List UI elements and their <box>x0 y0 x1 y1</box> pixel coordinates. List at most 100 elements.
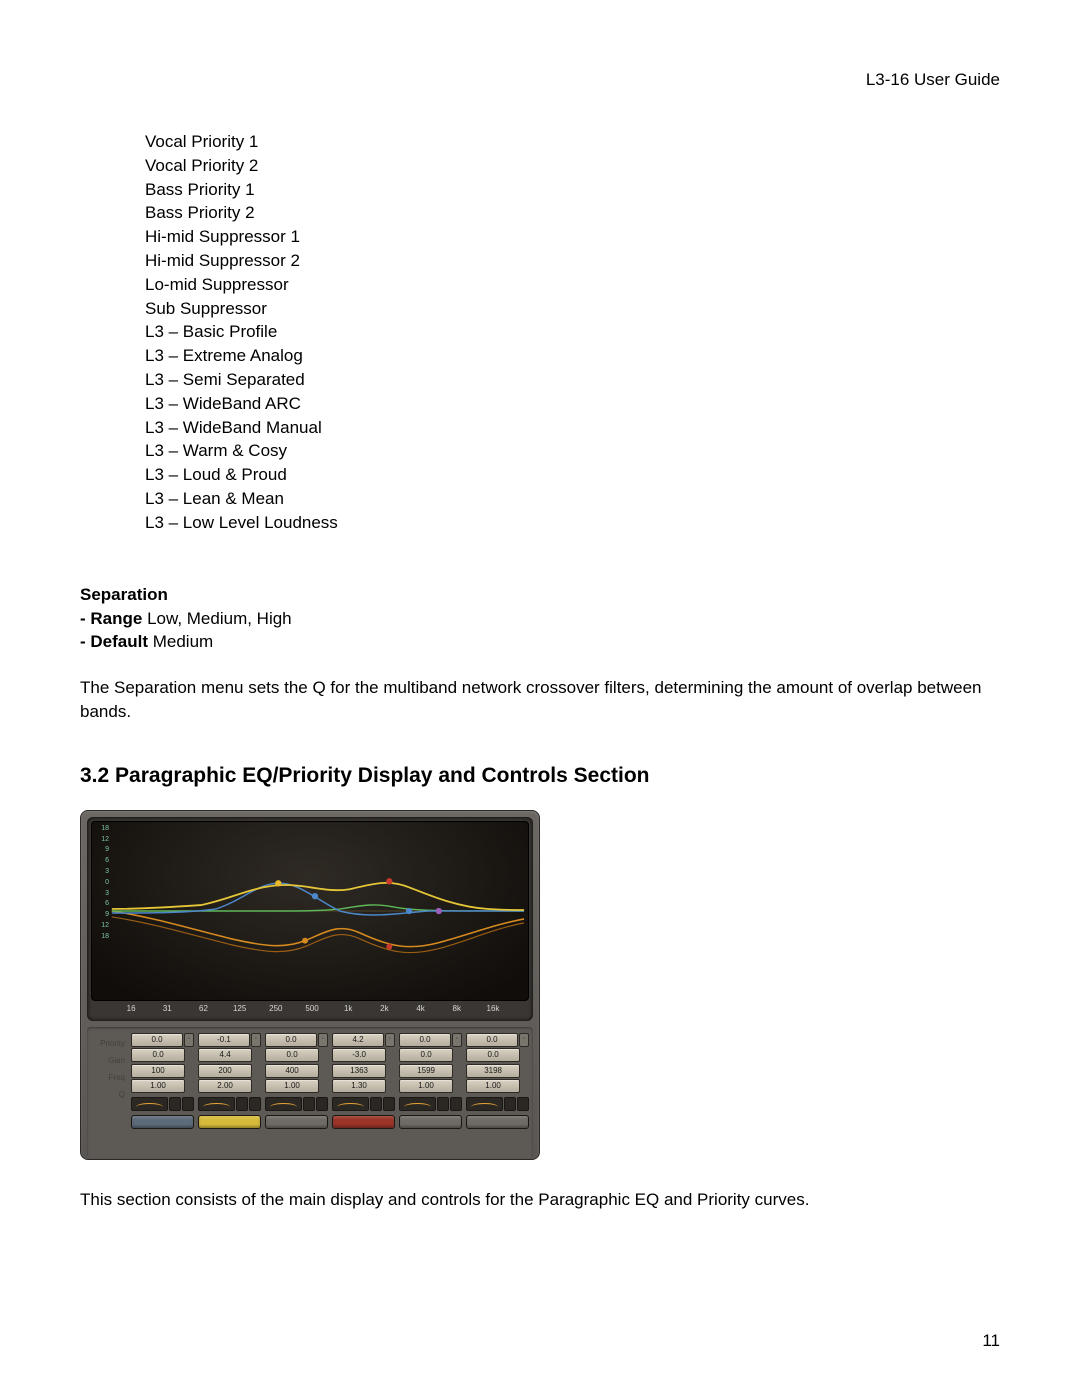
preset-item: Vocal Priority 1 <box>145 130 1000 154</box>
band-column: 0.0 ◦ 0.0 1599 1.00 <box>397 1029 464 1157</box>
shape-toggle[interactable] <box>450 1097 462 1111</box>
preset-item: L3 – Semi Separated <box>145 368 1000 392</box>
preset-item: Bass Priority 2 <box>145 201 1000 225</box>
eq-node[interactable] <box>406 908 412 914</box>
default-value: Medium <box>148 632 213 651</box>
separation-default: - Default Medium <box>80 630 1000 654</box>
separation-section: Separation - Range Low, Medium, High - D… <box>80 585 1000 724</box>
q-readout[interactable]: 1.00 <box>399 1079 453 1093</box>
link-button[interactable]: ◦ <box>251 1033 261 1047</box>
preset-item: L3 – Warm & Cosy <box>145 439 1000 463</box>
gain-readout[interactable]: 4.4 <box>198 1048 252 1062</box>
shape-toggle[interactable] <box>383 1097 395 1111</box>
gain-readout[interactable]: -3.0 <box>332 1048 386 1062</box>
preset-item: L3 – Loud & Proud <box>145 463 1000 487</box>
shape-button[interactable] <box>399 1097 436 1111</box>
shape-toggle[interactable] <box>236 1097 248 1111</box>
section-heading: 3.2 Paragraphic EQ/Priority Display and … <box>80 764 1000 788</box>
row-labels: Priority Gain Freq Q <box>89 1029 129 1157</box>
shape-button[interactable] <box>198 1097 235 1111</box>
gain-readout[interactable]: 0.0 <box>131 1048 185 1062</box>
freq-readout[interactable]: 1363 <box>332 1064 386 1078</box>
band-enable-button[interactable] <box>265 1115 328 1129</box>
q-readout[interactable]: 1.00 <box>131 1079 185 1093</box>
shape-toggle[interactable] <box>169 1097 181 1111</box>
preset-item: Bass Priority 1 <box>145 178 1000 202</box>
preset-item: Lo-mid Suppressor <box>145 273 1000 297</box>
plugin-screenshot: 18 12 9 6 3 0 3 6 9 12 18 <box>80 810 540 1160</box>
band-enable-button[interactable] <box>466 1115 529 1129</box>
freq-readout[interactable]: 3198 <box>466 1064 520 1078</box>
shape-toggle[interactable] <box>370 1097 382 1111</box>
eq-node[interactable] <box>302 937 308 943</box>
preset-item: L3 – WideBand ARC <box>145 392 1000 416</box>
separation-description: The Separation menu sets the Q for the m… <box>80 676 1000 724</box>
eq-curves <box>92 822 528 1000</box>
preset-item: L3 – Basic Profile <box>145 320 1000 344</box>
eq-node[interactable] <box>275 880 281 886</box>
link-button[interactable]: ◦ <box>184 1033 194 1047</box>
shape-toggle[interactable] <box>182 1097 194 1111</box>
shape-toggle[interactable] <box>303 1097 315 1111</box>
freq-readout[interactable]: 200 <box>198 1064 252 1078</box>
gain-readout[interactable]: 0.0 <box>265 1048 319 1062</box>
q-readout[interactable]: 1.00 <box>466 1079 520 1093</box>
link-button[interactable]: ◦ <box>385 1033 395 1047</box>
q-readout[interactable]: 2.00 <box>198 1079 252 1093</box>
header-guide-title: L3-16 User Guide <box>80 70 1000 90</box>
freq-readout[interactable]: 1599 <box>399 1064 453 1078</box>
eq-node[interactable] <box>386 878 392 884</box>
band-enable-button[interactable] <box>131 1115 194 1129</box>
preset-item: L3 – Extreme Analog <box>145 344 1000 368</box>
range-label: - Range <box>80 609 142 628</box>
shape-button[interactable] <box>466 1097 503 1111</box>
priority-readout[interactable]: 0.0 <box>265 1033 317 1047</box>
priority-readout[interactable]: 0.0 <box>466 1033 518 1047</box>
priority-readout[interactable]: 4.2 <box>332 1033 384 1047</box>
eq-display[interactable]: 18 12 9 6 3 0 3 6 9 12 18 <box>91 821 529 1001</box>
shape-button[interactable] <box>332 1097 369 1111</box>
gain-readout[interactable]: 0.0 <box>466 1048 520 1062</box>
shape-toggle[interactable] <box>316 1097 328 1111</box>
band-column: 0.0 ◦ 0.0 100 1.00 <box>129 1029 196 1157</box>
eq-node[interactable] <box>386 943 392 949</box>
preset-item: L3 – Low Level Loudness <box>145 511 1000 535</box>
link-button[interactable]: ◦ <box>318 1033 328 1047</box>
shape-toggle[interactable] <box>249 1097 261 1111</box>
preset-item: Vocal Priority 2 <box>145 154 1000 178</box>
db-scale: 18 12 9 6 3 0 3 6 9 12 18 <box>95 824 109 943</box>
band-column: 0.0 ◦ 0.0 3198 1.00 <box>464 1029 531 1157</box>
separation-heading: Separation <box>80 585 1000 605</box>
eq-node[interactable] <box>312 893 318 899</box>
q-readout[interactable]: 1.00 <box>265 1079 319 1093</box>
priority-readout[interactable]: 0.0 <box>399 1033 451 1047</box>
band-column: 4.2 ◦ -3.0 1363 1.30 <box>330 1029 397 1157</box>
default-label: - Default <box>80 632 148 651</box>
band-enable-button[interactable] <box>198 1115 261 1129</box>
freq-readout[interactable]: 400 <box>265 1064 319 1078</box>
freq-readout[interactable]: 100 <box>131 1064 185 1078</box>
shape-button[interactable] <box>265 1097 302 1111</box>
frequency-scale: 16 31 62 125 250 500 1k 2k 4k 8k 16k <box>91 1001 529 1017</box>
preset-item: Hi-mid Suppressor 1 <box>145 225 1000 249</box>
preset-item: Hi-mid Suppressor 2 <box>145 249 1000 273</box>
band-enable-button[interactable] <box>399 1115 462 1129</box>
eq-node[interactable] <box>436 908 442 914</box>
preset-list: Vocal Priority 1 Vocal Priority 2 Bass P… <box>145 130 1000 535</box>
shape-toggle[interactable] <box>517 1097 529 1111</box>
link-button[interactable]: ◦ <box>452 1033 462 1047</box>
preset-item: L3 – Lean & Mean <box>145 487 1000 511</box>
q-readout[interactable]: 1.30 <box>332 1079 386 1093</box>
shape-button[interactable] <box>131 1097 168 1111</box>
preset-item: L3 – WideBand Manual <box>145 416 1000 440</box>
link-button[interactable]: ◦ <box>519 1033 529 1047</box>
band-enable-button[interactable] <box>332 1115 395 1129</box>
priority-readout[interactable]: -0.1 <box>198 1033 250 1047</box>
priority-readout[interactable]: 0.0 <box>131 1033 183 1047</box>
range-value: Low, Medium, High <box>142 609 291 628</box>
band-column: -0.1 ◦ 4.4 200 2.00 <box>196 1029 263 1157</box>
preset-item: Sub Suppressor <box>145 297 1000 321</box>
shape-toggle[interactable] <box>504 1097 516 1111</box>
shape-toggle[interactable] <box>437 1097 449 1111</box>
gain-readout[interactable]: 0.0 <box>399 1048 453 1062</box>
